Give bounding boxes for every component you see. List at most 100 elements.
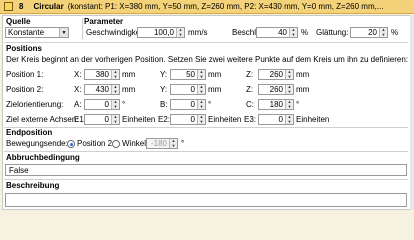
unit-mm: mm bbox=[122, 85, 136, 94]
unit-einheiten: Einheiten bbox=[296, 115, 330, 124]
unit-mm: mm bbox=[208, 85, 222, 94]
decrement-icon[interactable]: ▼ bbox=[111, 104, 119, 109]
position1-x-value: 380 bbox=[95, 70, 109, 79]
decrement-icon[interactable]: ▼ bbox=[285, 104, 293, 109]
y-label: Y: bbox=[160, 70, 168, 79]
abort-condition-field[interactable]: False bbox=[5, 164, 407, 176]
angle-stepper[interactable]: -180 ▲ ▼ bbox=[146, 138, 178, 149]
unit-degree: ° bbox=[208, 100, 212, 109]
unit-degree: ° bbox=[181, 139, 185, 148]
block-number: 8 bbox=[19, 2, 24, 11]
divider bbox=[4, 151, 408, 152]
speed-value: 100,0 bbox=[153, 28, 174, 37]
position1-y-value: 50 bbox=[186, 70, 195, 79]
vertical-scrollbar[interactable] bbox=[410, 15, 414, 210]
radio-angle-label[interactable]: Winkel: bbox=[122, 139, 148, 149]
divider bbox=[4, 179, 408, 180]
divider bbox=[82, 18, 83, 40]
orientation-a-value: 0 bbox=[104, 100, 109, 109]
decrement-icon[interactable]: ▼ bbox=[176, 32, 184, 37]
movement-end-label: Bewegungsende: bbox=[6, 139, 68, 148]
position1-label: Position 1: bbox=[6, 70, 44, 79]
description-header: Beschreibung bbox=[6, 181, 60, 190]
speed-stepper[interactable]: 100,0 ▲ ▼ bbox=[137, 27, 185, 38]
unit-degree: ° bbox=[296, 100, 300, 109]
e3-label: E3: bbox=[244, 115, 257, 124]
radio-position2-label[interactable]: Position 2 bbox=[77, 139, 112, 149]
decrement-icon[interactable]: ▼ bbox=[169, 143, 177, 148]
divider bbox=[4, 127, 408, 128]
unit-mm: mm bbox=[296, 70, 310, 79]
decrement-icon[interactable]: ▼ bbox=[197, 89, 205, 94]
position2-z-stepper[interactable]: 260 ▲ ▼ bbox=[258, 84, 294, 95]
parameter-header: Parameter bbox=[84, 17, 124, 26]
position2-label: Position 2: bbox=[6, 85, 44, 94]
radio-position2[interactable] bbox=[67, 140, 75, 148]
position2-y-value: 0 bbox=[190, 85, 195, 94]
unit-mm: mm bbox=[122, 70, 136, 79]
external-e3-value: 0 bbox=[278, 115, 283, 124]
x-label: X: bbox=[74, 85, 82, 94]
unit-einheiten: Einheiten bbox=[122, 115, 156, 124]
position1-z-value: 260 bbox=[269, 70, 283, 79]
unit-mm: mm bbox=[208, 70, 222, 79]
orientation-b-stepper[interactable]: 0 ▲ ▼ bbox=[170, 99, 206, 110]
position2-x-stepper[interactable]: 430 ▲ ▼ bbox=[84, 84, 120, 95]
external-e3-stepper[interactable]: 0 ▲ ▼ bbox=[258, 114, 294, 125]
block-description: (konstant: P1: X=380 mm, Y=50 mm, Z=260 … bbox=[67, 2, 384, 11]
decrement-icon[interactable]: ▼ bbox=[285, 74, 293, 79]
decrement-icon[interactable]: ▼ bbox=[197, 74, 205, 79]
position1-z-stepper[interactable]: 260 ▲ ▼ bbox=[258, 69, 294, 80]
external-e1-stepper[interactable]: 0 ▲ ▼ bbox=[84, 114, 120, 125]
orientation-a-stepper[interactable]: 0 ▲ ▼ bbox=[84, 99, 120, 110]
smoothing-value: 20 bbox=[368, 28, 377, 37]
e2-label: E2: bbox=[158, 115, 171, 124]
description-field[interactable] bbox=[5, 193, 407, 207]
unit-einheiten: Einheiten bbox=[208, 115, 242, 124]
chevron-down-icon[interactable]: ▼ bbox=[59, 28, 68, 37]
decrement-icon[interactable]: ▼ bbox=[111, 89, 119, 94]
endposition-header: Endposition bbox=[6, 128, 53, 137]
speed-unit: mm/s bbox=[188, 28, 208, 37]
external-e2-stepper[interactable]: 0 ▲ ▼ bbox=[170, 114, 206, 125]
target-orientation-label: Zielorientierung: bbox=[6, 100, 64, 109]
smoothing-label: Glättung: bbox=[316, 28, 349, 37]
divider bbox=[4, 42, 408, 43]
flag-icon bbox=[4, 2, 13, 11]
positions-header: Positions bbox=[6, 44, 43, 53]
decrement-icon[interactable]: ▼ bbox=[285, 89, 293, 94]
unit-mm: mm bbox=[296, 85, 310, 94]
source-select[interactable]: Konstante ▼ bbox=[5, 27, 69, 38]
decrement-icon[interactable]: ▼ bbox=[289, 32, 297, 37]
block-title-bar[interactable]: 8 Circular (konstant: P1: X=380 mm, Y=50… bbox=[0, 0, 414, 14]
smoothing-stepper[interactable]: 20 ▲ ▼ bbox=[350, 27, 388, 38]
external-e1-value: 0 bbox=[104, 115, 109, 124]
position2-x-value: 430 bbox=[95, 85, 109, 94]
acceleration-unit: % bbox=[301, 28, 309, 37]
abort-condition-value: False bbox=[9, 165, 29, 175]
decrement-icon[interactable]: ▼ bbox=[197, 104, 205, 109]
b-label: B: bbox=[160, 100, 168, 109]
decrement-icon[interactable]: ▼ bbox=[285, 119, 293, 124]
orientation-c-value: 180 bbox=[269, 100, 283, 109]
orientation-c-stepper[interactable]: 180 ▲ ▼ bbox=[258, 99, 294, 110]
acceleration-stepper[interactable]: 40 ▲ ▼ bbox=[256, 27, 298, 38]
decrement-icon[interactable]: ▼ bbox=[111, 74, 119, 79]
position1-x-stepper[interactable]: 380 ▲ ▼ bbox=[84, 69, 120, 80]
source-select-value: Konstante bbox=[8, 28, 45, 37]
radio-angle[interactable] bbox=[112, 140, 120, 148]
external-axes-label: Ziel externe Achsen: bbox=[6, 115, 79, 124]
position1-y-stepper[interactable]: 50 ▲ ▼ bbox=[170, 69, 206, 80]
block-name: Circular bbox=[33, 2, 64, 11]
decrement-icon[interactable]: ▼ bbox=[379, 32, 387, 37]
decrement-icon[interactable]: ▼ bbox=[111, 119, 119, 124]
decrement-icon[interactable]: ▼ bbox=[197, 119, 205, 124]
position2-y-stepper[interactable]: 0 ▲ ▼ bbox=[170, 84, 206, 95]
y-label: Y: bbox=[160, 85, 168, 94]
a-label: A: bbox=[74, 100, 82, 109]
orientation-b-value: 0 bbox=[190, 100, 195, 109]
position2-z-value: 260 bbox=[269, 85, 283, 94]
c-label: C: bbox=[246, 100, 254, 109]
z-label: Z: bbox=[246, 85, 254, 94]
block-editor-panel bbox=[2, 15, 412, 210]
